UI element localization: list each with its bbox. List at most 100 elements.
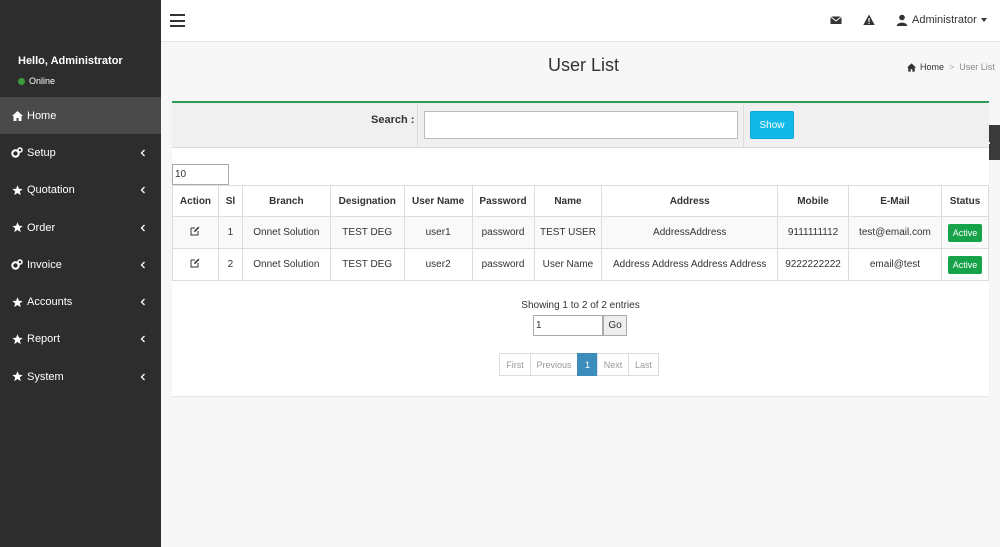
column-header[interactable]: Branch bbox=[241, 185, 331, 217]
address-cell: Address Address Address Address bbox=[601, 248, 779, 281]
online-label: Online bbox=[29, 76, 56, 86]
sidebar-item-quotation[interactable]: Quotation bbox=[0, 172, 161, 209]
branch-cell: Onnet Solution bbox=[241, 248, 331, 281]
username-cell: user2 bbox=[403, 248, 473, 281]
chevron-left-icon bbox=[140, 261, 145, 269]
sidebar-item-label: Report bbox=[27, 333, 61, 346]
chevron-left-icon bbox=[140, 373, 145, 381]
status-badge[interactable]: Active bbox=[947, 223, 983, 242]
sidebar-item-accounts[interactable]: Accounts bbox=[0, 283, 161, 320]
user-icon bbox=[896, 14, 908, 26]
sidebar-item-setup[interactable]: Setup bbox=[0, 134, 161, 171]
goto-page-input[interactable] bbox=[533, 315, 603, 336]
action-cell bbox=[172, 216, 219, 249]
sidebar-item-label: System bbox=[27, 370, 64, 383]
table-row: 1 Onnet Solution TEST DEG user1 password… bbox=[172, 216, 990, 249]
user-name: Administrator bbox=[912, 14, 977, 26]
search-label: Search : bbox=[371, 114, 415, 126]
chevron-left-icon bbox=[140, 186, 145, 194]
page-title: User List bbox=[547, 55, 619, 75]
column-header[interactable]: E-Mail bbox=[848, 185, 942, 217]
cogs-icon bbox=[11, 147, 23, 159]
user-list-box: Search : Show Action Sl Branch Designati… bbox=[172, 101, 990, 396]
edit-icon[interactable] bbox=[190, 258, 200, 268]
search-input[interactable] bbox=[424, 111, 738, 139]
email-cell: test@email.com bbox=[848, 216, 942, 249]
column-header[interactable]: Action bbox=[172, 185, 219, 217]
email-cell: email@test bbox=[848, 248, 942, 281]
breadcrumb-separator: > bbox=[949, 62, 955, 72]
chevron-left-icon bbox=[140, 149, 145, 157]
username-cell: user1 bbox=[403, 216, 473, 249]
table-header-row: Action Sl Branch Designation User Name P… bbox=[172, 185, 990, 217]
sidebar-item-report[interactable]: Report bbox=[0, 321, 161, 358]
sidebar-menu: Home Setup Quotation Order Invoice Accou… bbox=[0, 97, 161, 395]
divider bbox=[417, 103, 418, 148]
page-first[interactable]: First bbox=[499, 353, 531, 376]
envelope-icon[interactable] bbox=[830, 14, 842, 26]
page-previous[interactable]: Previous bbox=[530, 353, 578, 376]
sidebar-item-home[interactable]: Home bbox=[0, 97, 161, 135]
breadcrumb-current: User List bbox=[959, 62, 995, 72]
caret-down-icon bbox=[980, 18, 987, 22]
column-header[interactable]: Address bbox=[601, 185, 779, 217]
chevron-left-icon bbox=[140, 224, 145, 231]
sidebar: Hello, Administrator Online Home Setup Q… bbox=[0, 0, 161, 547]
column-header[interactable]: Mobile bbox=[777, 185, 849, 217]
mobile-cell: 9111111112 bbox=[777, 216, 849, 249]
column-header[interactable]: Sl bbox=[217, 185, 243, 217]
column-header[interactable]: Status bbox=[940, 185, 990, 217]
user-panel: Hello, Administrator Online bbox=[0, 0, 161, 97]
page-1[interactable]: 1 bbox=[577, 353, 598, 376]
sidebar-item-system[interactable]: System bbox=[0, 358, 161, 395]
status-badge[interactable]: Active bbox=[947, 255, 983, 274]
online-status: Online bbox=[18, 76, 55, 86]
sidebar-item-order[interactable]: Order bbox=[0, 209, 161, 246]
column-header[interactable]: Designation bbox=[329, 185, 405, 217]
sidebar-item-label: Order bbox=[27, 221, 56, 234]
topbar: Administrator bbox=[161, 0, 1000, 42]
home-icon bbox=[907, 62, 916, 72]
star-icon bbox=[11, 184, 23, 196]
action-cell bbox=[172, 248, 219, 281]
user-menu[interactable]: Administrator bbox=[896, 14, 987, 26]
breadcrumb-home[interactable]: Home bbox=[920, 62, 944, 72]
page-length-input[interactable] bbox=[172, 164, 229, 185]
page-next[interactable]: Next bbox=[597, 353, 629, 376]
sidebar-item-label: Accounts bbox=[27, 296, 73, 309]
edit-icon[interactable] bbox=[190, 226, 200, 236]
sidebar-item-invoice[interactable]: Invoice bbox=[0, 246, 161, 283]
column-header[interactable]: Name bbox=[533, 185, 603, 217]
address-cell: AddressAddress bbox=[601, 216, 779, 249]
online-dot-icon bbox=[18, 77, 25, 85]
star-icon bbox=[11, 222, 23, 234]
go-button[interactable]: Go bbox=[603, 315, 627, 336]
warning-icon[interactable] bbox=[863, 14, 875, 26]
cogs-icon bbox=[11, 259, 23, 271]
pagination: First Previous 1 Next Last bbox=[499, 353, 659, 376]
show-button[interactable]: Show bbox=[750, 111, 794, 139]
column-header[interactable]: Password bbox=[471, 185, 535, 217]
name-cell: TEST USER bbox=[533, 216, 603, 249]
designation-cell: TEST DEG bbox=[329, 248, 405, 281]
page-last[interactable]: Last bbox=[628, 353, 659, 376]
greeting: Hello, Administrator bbox=[18, 55, 123, 67]
star-icon bbox=[11, 333, 23, 345]
status-cell: Active bbox=[940, 248, 990, 281]
table-row: 2 Onnet Solution TEST DEG user2 password… bbox=[172, 248, 990, 281]
mobile-cell: 9222222222 bbox=[777, 248, 849, 281]
users-table: Action Sl Branch Designation User Name P… bbox=[172, 185, 990, 281]
branch-cell: Onnet Solution bbox=[241, 216, 331, 249]
sidebar-item-label: Setup bbox=[27, 146, 56, 159]
designation-cell: TEST DEG bbox=[329, 216, 405, 249]
sidebar-item-label: Quotation bbox=[27, 184, 75, 197]
divider bbox=[743, 103, 744, 148]
password-cell: password bbox=[471, 216, 535, 249]
sidebar-item-label: Invoice bbox=[27, 258, 62, 271]
hamburger-icon[interactable] bbox=[170, 14, 185, 27]
column-header[interactable]: User Name bbox=[403, 185, 473, 217]
status-cell: Active bbox=[940, 216, 990, 249]
star-icon bbox=[11, 296, 23, 308]
sl-cell: 2 bbox=[217, 248, 243, 281]
sl-cell: 1 bbox=[217, 216, 243, 249]
